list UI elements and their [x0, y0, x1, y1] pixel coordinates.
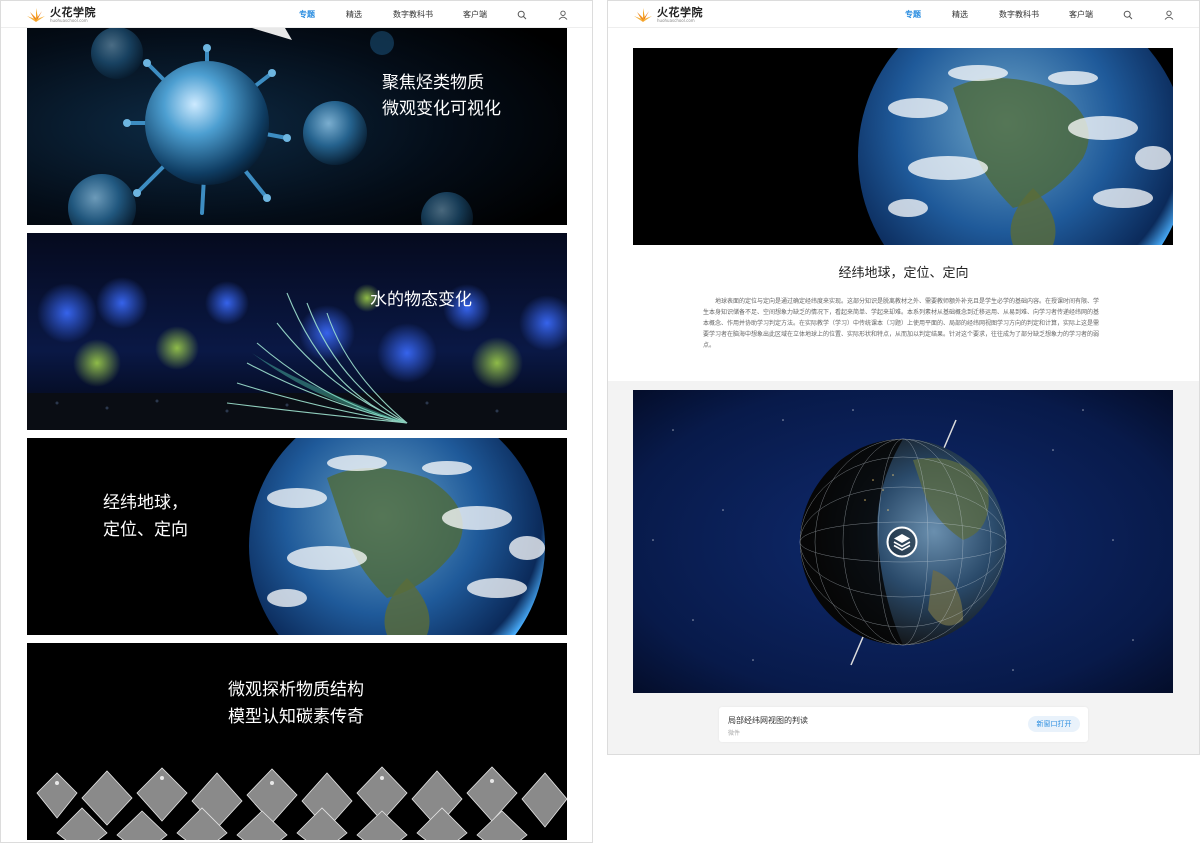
layers-icon[interactable]	[886, 526, 918, 558]
site-logo[interactable]: 火花学院 huohuaschool.com	[26, 5, 96, 25]
nav-digital-textbook[interactable]: 数字教科书	[393, 9, 433, 20]
feather-image	[27, 233, 567, 430]
banner-title: 水的物态变化	[370, 290, 472, 310]
article-body: 地球表面的定位与定向是通过确定经纬度来实现。这部分知识是脱离教材之外、需要教师额…	[703, 298, 1100, 349]
user-icon[interactable]	[1164, 10, 1174, 20]
brand-name: 火花学院	[657, 6, 703, 19]
nav-featured[interactable]: 精选	[952, 9, 968, 20]
globe-widget-viewer[interactable]	[633, 390, 1173, 693]
banner-title: 聚焦烃类物质 微观变化可视化	[382, 73, 501, 119]
banner-title: 微观探析物质结构 模型认知碳素传奇	[228, 680, 364, 727]
brand-url: huohuaschool.com	[50, 18, 88, 23]
nav-topics[interactable]: 专题	[905, 9, 921, 20]
brand-name: 火花学院	[50, 6, 96, 19]
brand-url: huohuaschool.com	[657, 18, 695, 23]
banner-carbon-structure[interactable]: 微观探析物质结构 模型认知碳素传奇	[27, 643, 567, 840]
nav-client[interactable]: 客户端	[1069, 9, 1093, 20]
earth-image	[633, 48, 1173, 245]
flame-logo-icon	[634, 8, 652, 22]
flame-logo-icon	[27, 8, 45, 22]
resource-name: 局部经纬网视图的判读	[728, 716, 808, 725]
banner-title: 经纬地球， 定位、定向	[103, 493, 188, 540]
diamond-image	[27, 643, 567, 840]
nav-client[interactable]: 客户端	[463, 9, 487, 20]
topic-detail-page: 火花学院 huohuaschool.com 专题 精选 数字教科书 客户端 经纬…	[607, 0, 1200, 755]
virus-image	[27, 28, 567, 225]
top-navigation: 火花学院 huohuaschool.com 专题 精选 数字教科书 客户端	[1, 1, 592, 28]
resource-type: 微件	[728, 730, 741, 737]
nav-digital-textbook[interactable]: 数字教科书	[999, 9, 1039, 20]
article-title: 经纬地球，定位、定向	[838, 266, 969, 281]
resource-card[interactable]: 局部经纬网视图的判读 微件 新窗口打开	[719, 707, 1088, 742]
hero-image	[633, 48, 1173, 245]
topic-list-page: 火花学院 huohuaschool.com 专题 精选 数字教科书 客户端 聚焦…	[0, 0, 593, 843]
search-icon[interactable]	[1123, 10, 1133, 20]
banner-hydrocarbon[interactable]: 聚焦烃类物质 微观变化可视化	[27, 28, 567, 225]
banner-latitude-longitude[interactable]: 经纬地球， 定位、定向	[27, 438, 567, 635]
search-icon[interactable]	[517, 10, 527, 20]
site-logo[interactable]: 火花学院 huohuaschool.com	[633, 5, 703, 25]
banner-water-state[interactable]: 水的物态变化	[27, 233, 567, 430]
top-navigation: 火花学院 huohuaschool.com 专题 精选 数字教科书 客户端	[608, 1, 1199, 28]
user-icon[interactable]	[558, 10, 568, 20]
nav-featured[interactable]: 精选	[346, 9, 362, 20]
open-new-window-button[interactable]: 新窗口打开	[1028, 716, 1080, 732]
nav-topics[interactable]: 专题	[299, 9, 315, 20]
